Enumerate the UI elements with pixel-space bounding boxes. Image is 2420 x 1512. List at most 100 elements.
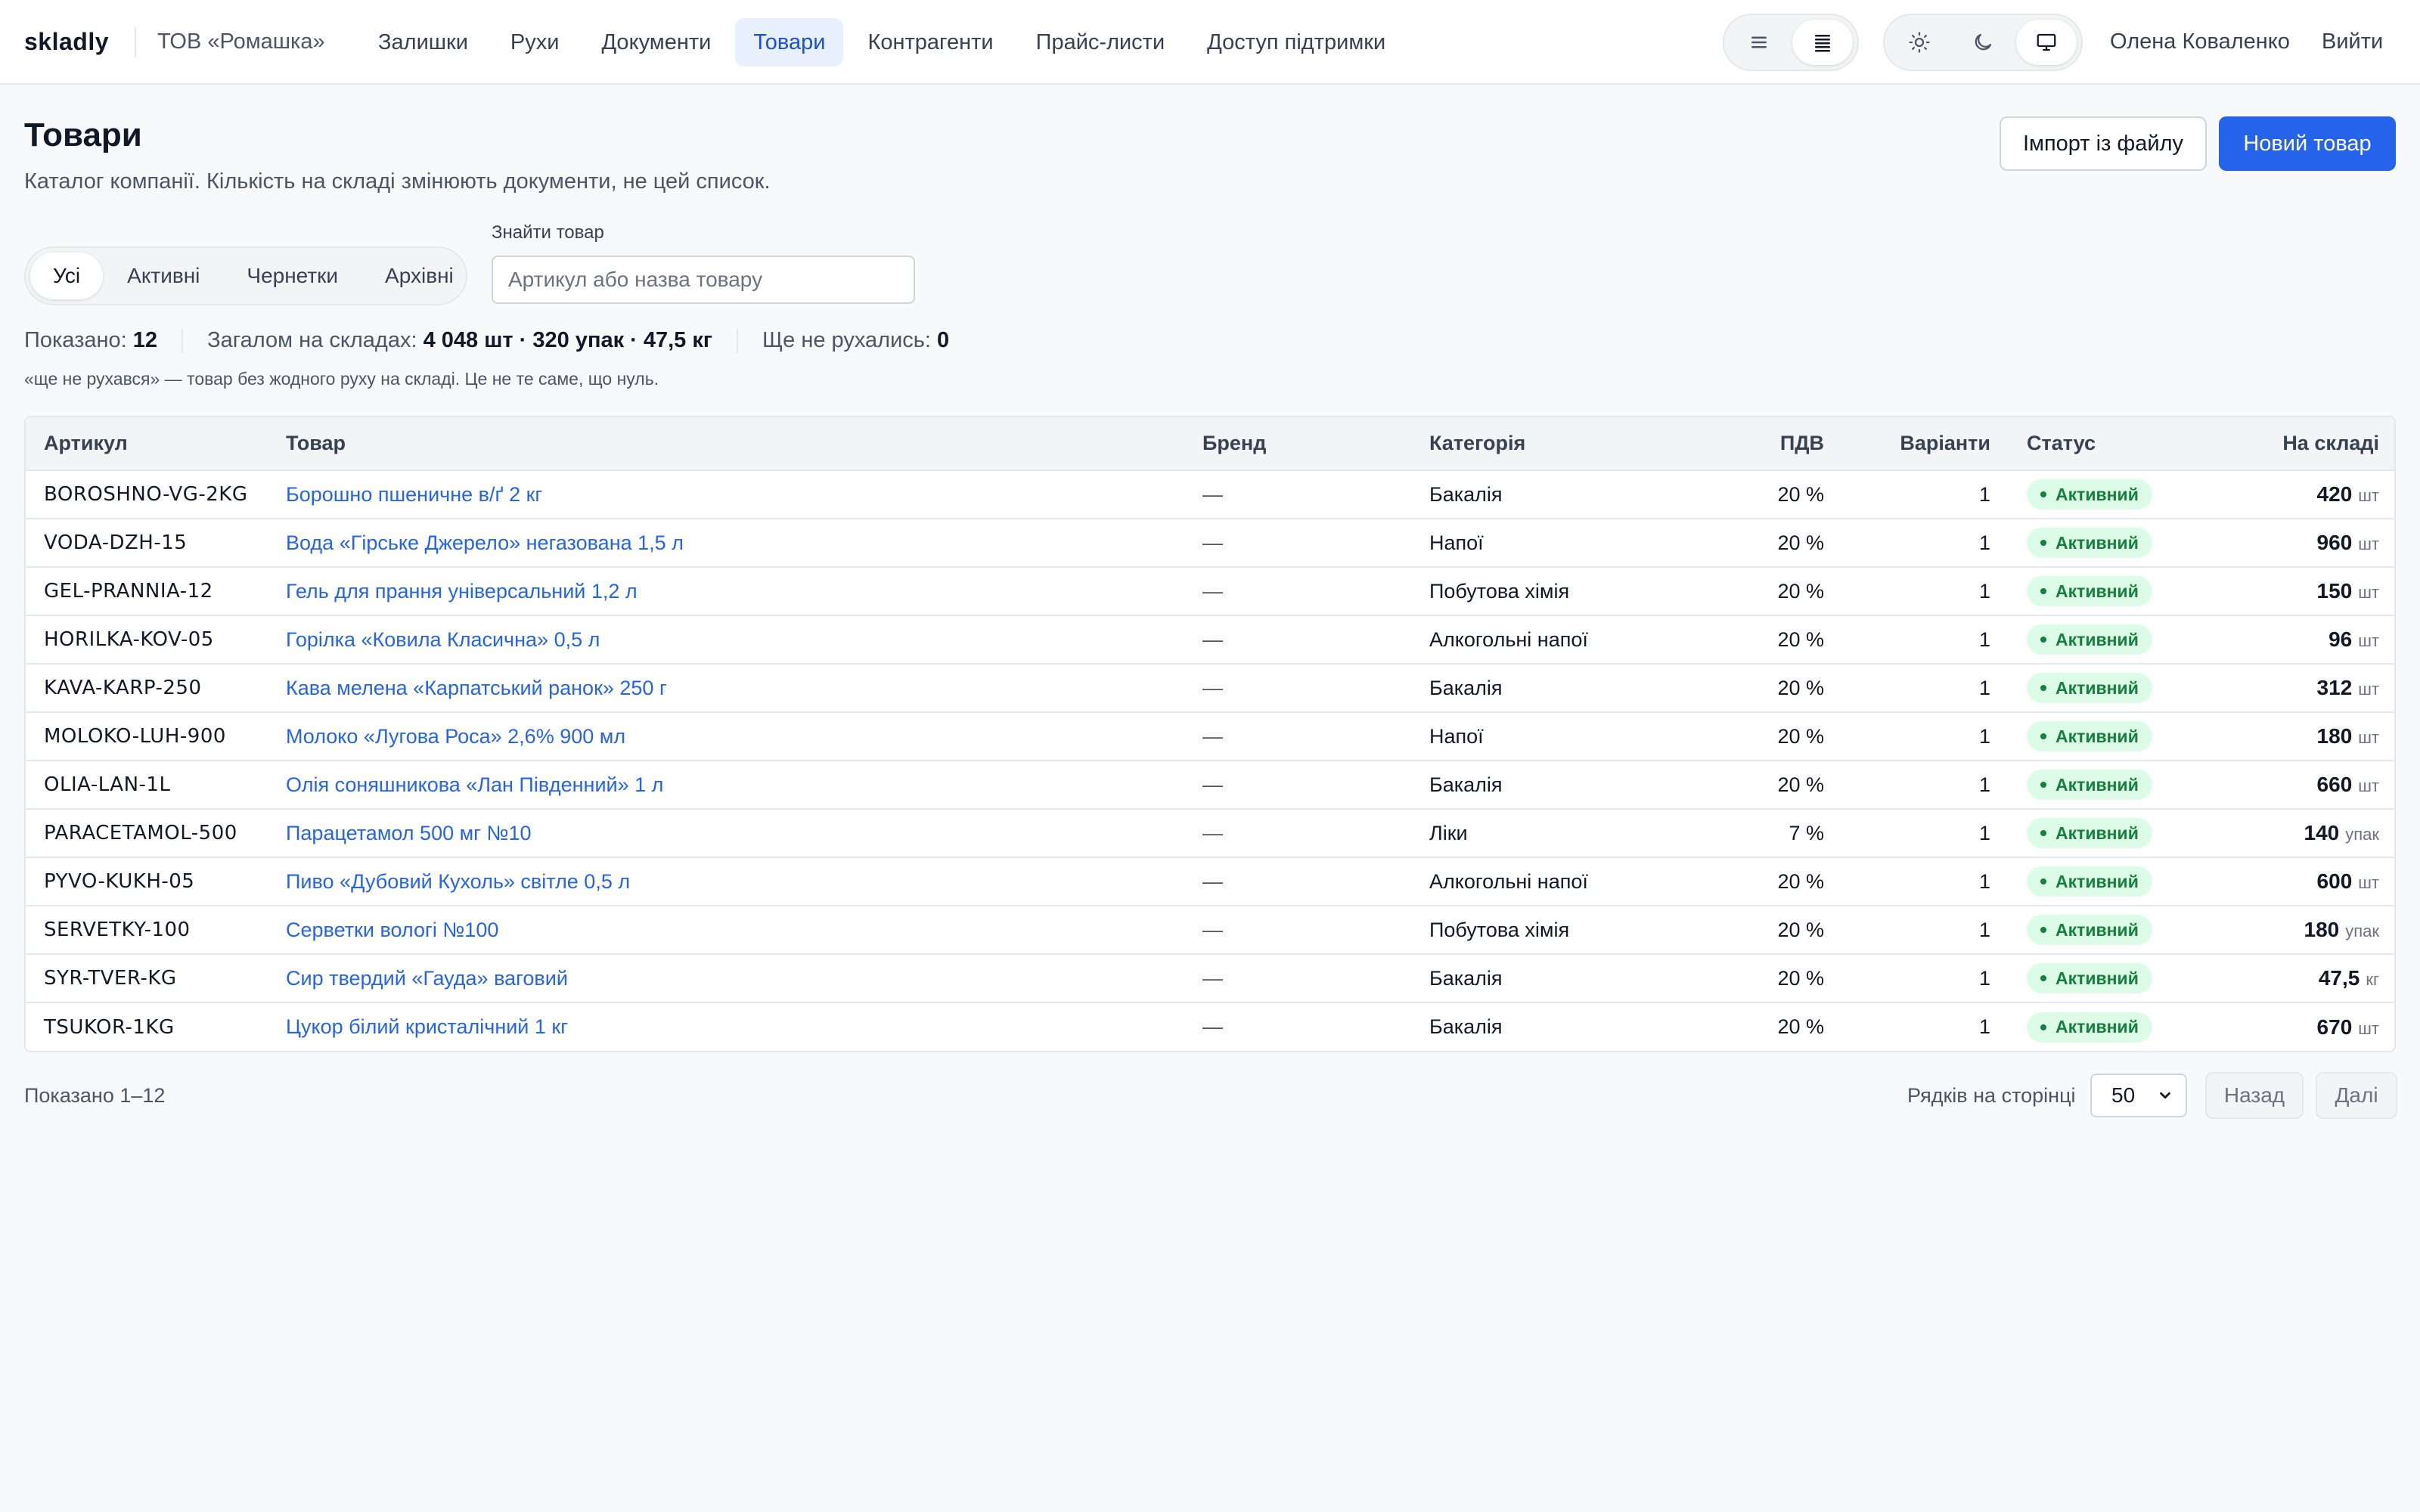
cell-category: Бакалія	[1429, 1015, 1503, 1038]
table-row[interactable]: SERVETKY-100 Серветки вологі №100 — Побутов…	[26, 906, 2394, 955]
cell-vat: 20 %	[1714, 519, 1842, 568]
status-filter-tabs: Усі Активні Чернетки Архівні	[24, 246, 467, 305]
import-file-button[interactable]: Імпорт із файлу	[2000, 116, 2207, 171]
cell-variants: 1	[1842, 615, 2009, 665]
logo[interactable]: skladly	[24, 28, 109, 56]
table-row[interactable]: KAVA-KARP-250 Кава мелена «Карпатський ра…	[26, 664, 2394, 713]
table-row[interactable]: PYVO-KUKH-05 Пиво «Дубовий Кухоль» світле…	[26, 857, 2394, 906]
product-link[interactable]: Парацетамол 500 мг №10	[286, 822, 532, 844]
product-link[interactable]: Сир твердий «Гауда» ваговий	[286, 967, 568, 990]
cell-status: Активний	[2009, 761, 2198, 810]
nav-item-movements[interactable]: Рухи	[492, 18, 578, 67]
cell-category: Бакалія	[1411, 470, 1714, 519]
cell-category: Напої	[1411, 712, 1714, 761]
cell-status: Активний	[2009, 906, 2198, 955]
cell-variants: 1	[1978, 1015, 1990, 1038]
cell-brand: —	[1184, 519, 1411, 568]
next-page-button[interactable]: Далі	[2316, 1072, 2397, 1119]
status-dot-icon	[2040, 685, 2046, 691]
theme-dark-button[interactable]	[1953, 20, 2013, 65]
table-row[interactable]: OLIA-LAN-1L Олія соняшникова «Лан Південн…	[26, 761, 2394, 810]
cell-variants: 1	[1842, 712, 2009, 761]
product-link[interactable]: Кава мелена «Карпатський ранок» 250 г	[286, 677, 667, 699]
column-header-variants[interactable]: Варіанти	[1842, 417, 2009, 471]
table-row[interactable]: GEL-PRANNIA-12 Гель для прання універсаль…	[26, 567, 2394, 616]
status-badge: Активний	[2027, 866, 2152, 897]
product-link[interactable]: Серветки вологі №100	[286, 919, 498, 941]
product-link[interactable]: Гель для прання універсальний 1,2 л	[286, 580, 638, 603]
table-row[interactable]: HORILKA-KOV-05 Горілка «Ковила Класична» …	[26, 615, 2394, 665]
nav-item-price-lists[interactable]: Прайс-листи	[1018, 18, 1184, 67]
nav-item-support-access[interactable]: Доступ підтримки	[1189, 18, 1404, 67]
cell-product: Молоко «Лугова Роса» 2,6% 900 мл	[268, 712, 1184, 761]
status-dot-icon	[2040, 878, 2046, 885]
logout-link[interactable]: Вийти	[2322, 29, 2383, 54]
column-header-stock[interactable]: На складі	[2198, 417, 2394, 471]
new-product-button[interactable]: Новий товар	[2219, 116, 2396, 171]
cell-category: Бакалія	[1411, 954, 1714, 1003]
cell-variants: 1	[1842, 857, 2009, 906]
density-comfortable-button[interactable]	[1729, 20, 1789, 65]
product-link[interactable]: Цукор білий кристалічний 1 кг	[286, 1015, 568, 1038]
product-link[interactable]: Молоко «Лугова Роса» 2,6% 900 мл	[286, 725, 625, 748]
column-header-sku[interactable]: Артикул	[26, 417, 268, 471]
unmoved-note: «ще не рухався» — товар без жодного руху…	[24, 369, 659, 389]
moon-icon	[1975, 33, 1992, 51]
cell-vat: 20 %	[1714, 761, 1842, 810]
theme-light-button[interactable]	[1889, 20, 1950, 65]
nav-item-products[interactable]: Товари	[735, 18, 844, 67]
stat-total-label: Загалом на складах:	[207, 328, 417, 352]
status-badge: Активний	[2027, 721, 2152, 751]
stock-unit: шт	[2358, 1018, 2379, 1038]
nav-item-counterparties[interactable]: Контрагенти	[849, 18, 1011, 67]
nav-item-documents[interactable]: Документи	[583, 18, 729, 67]
column-header-status[interactable]: Статус	[2009, 417, 2198, 471]
column-header-category[interactable]: Категорія	[1411, 417, 1714, 471]
product-link[interactable]: Вода «Гірське Джерело» негазована 1,5 л	[286, 531, 684, 554]
rows-per-page-label: Рядків на сторінці	[1907, 1084, 2076, 1107]
cell-stock: 96 шт	[2198, 615, 2394, 665]
filter-tab-drafts[interactable]: Чернетки	[224, 253, 361, 299]
density-compact-button[interactable]	[1792, 20, 1853, 65]
nav-item-stock[interactable]: Залишки	[360, 18, 486, 67]
table-row[interactable]: BOROSHNO-VG-2KG Борошно пшеничне в/ґ 2 кг…	[26, 470, 2394, 519]
column-header-vat[interactable]: ПДВ	[1714, 417, 1842, 471]
product-link[interactable]: Борошно пшеничне в/ґ 2 кг	[286, 483, 542, 506]
cell-vat: 20 %	[1714, 712, 1842, 761]
cell-variants: 1	[1842, 761, 2009, 810]
cell-variants: 1	[1842, 906, 2009, 955]
filter-tab-all[interactable]: Усі	[30, 253, 104, 299]
cell-status: Активний	[2009, 954, 2198, 1003]
product-link[interactable]: Олія соняшникова «Лан Південний» 1 л	[286, 773, 663, 796]
stock-unit: шт	[2358, 776, 2379, 795]
table-row[interactable]: TSUKOR-1KG Цукор білий кристалічний 1 кг —…	[26, 1002, 2394, 1051]
filter-tab-active[interactable]: Активні	[104, 253, 222, 299]
theme-system-button[interactable]	[2016, 20, 2077, 65]
status-badge: Активний	[2027, 770, 2152, 800]
filter-tab-archived[interactable]: Архівні	[362, 253, 476, 299]
cell-sku: SYR-TVER-KG	[26, 954, 268, 1003]
rows-per-page-select[interactable]: 50	[2090, 1074, 2187, 1117]
user-name[interactable]: Олена Коваленко	[2110, 29, 2290, 54]
stat-total: Загалом на складах: 4 048 шт · 320 упак …	[207, 328, 712, 353]
cell-vat: 20 %	[1714, 567, 1842, 616]
column-header-product[interactable]: Товар	[268, 417, 1184, 471]
status-badge: Активний	[2027, 915, 2152, 945]
stock-unit: шт	[2358, 728, 2379, 747]
column-header-brand[interactable]: Бренд	[1184, 417, 1411, 471]
status-badge: Активний	[2027, 818, 2152, 848]
product-link[interactable]: Пиво «Дубовий Кухоль» світле 0,5 л	[286, 870, 630, 893]
stock-unit: шт	[2358, 583, 2379, 602]
search-input[interactable]	[492, 256, 915, 304]
table-row[interactable]: VODA-DZH-15 Вода «Гірське Джерело» негазо…	[26, 519, 2394, 568]
cell-stock: 660 шт	[2198, 761, 2394, 810]
table-row[interactable]: MOLOKO-LUH-900 Молоко «Лугова Роса» 2,6% …	[26, 712, 2394, 761]
product-link[interactable]: Горілка «Ковила Класична» 0,5 л	[286, 628, 600, 651]
cell-variants: 1	[1842, 470, 2009, 519]
table-row[interactable]: SYR-TVER-KG Сир твердий «Гауда» ваговий — Б…	[26, 954, 2394, 1003]
status-text: Активний	[2055, 968, 2139, 988]
prev-page-button[interactable]: Назад	[2205, 1072, 2304, 1119]
cell-vat: 20 %	[1714, 470, 1842, 519]
search-label: Знайти товар	[492, 222, 604, 243]
table-row[interactable]: PARACETAMOL-500 Парацетамол 500 мг №10 — Лі…	[26, 809, 2394, 858]
